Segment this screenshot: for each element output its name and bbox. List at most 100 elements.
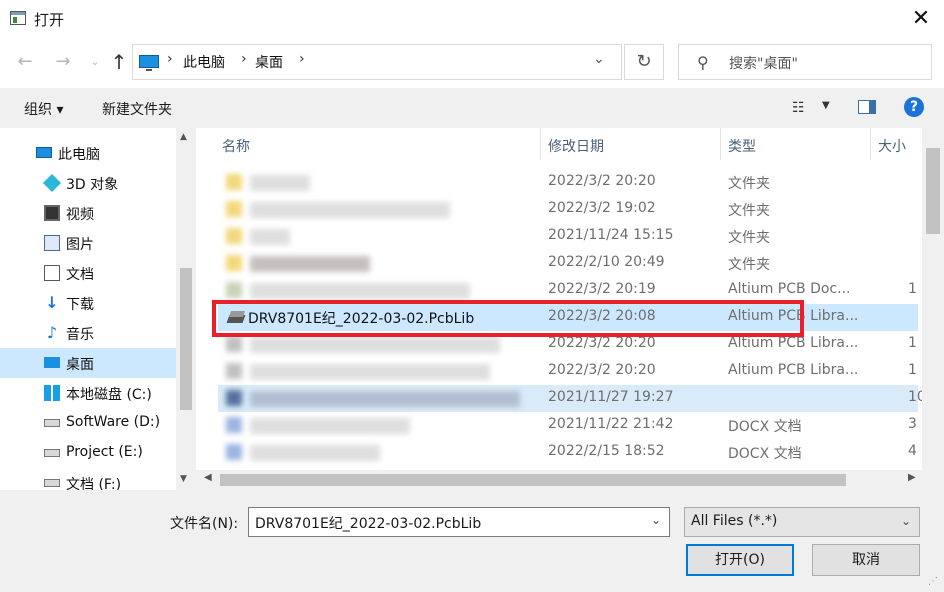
preview-pane-icon[interactable] [858, 100, 876, 114]
table-row[interactable]: 2022/2/10 20:49 文件夹 [218, 250, 918, 277]
help-icon[interactable]: ? [904, 97, 924, 117]
video-icon [44, 205, 60, 221]
nav-item-documents[interactable]: 文档 [0, 258, 176, 288]
nav-item-drive-d[interactable]: SoftWare (D:) [0, 408, 176, 438]
pc-icon [36, 147, 52, 158]
scroll-up-icon[interactable]: ▲ [180, 132, 187, 142]
nav-item-drive-c[interactable]: 本地磁盘 (C:) [0, 378, 176, 408]
cell-type: 文件夹 [728, 176, 770, 192]
new-folder-button[interactable]: 新建文件夹 [102, 99, 172, 119]
organize-button[interactable]: 组织 ▾ [24, 99, 63, 119]
refresh-button[interactable]: ↻ [624, 44, 664, 80]
chevron-right-icon[interactable]: › [167, 51, 173, 67]
table-row[interactable]: 2021/11/22 21:42 DOCX 文档 3 [218, 412, 918, 439]
search-placeholder: 搜索"桌面" [729, 56, 798, 72]
nav-item-drive-f[interactable]: 文档 (F:) [0, 468, 176, 490]
address-dropdown-icon[interactable]: ⌄ [593, 51, 605, 67]
nav-item-3d-objects[interactable]: 3D 对象 [0, 168, 176, 198]
nav-scrollbar[interactable]: ▲ ▼ [176, 128, 196, 490]
nav-item-label: 此电脑 [58, 147, 100, 163]
nav-item-desktop[interactable]: 桌面 [0, 348, 176, 378]
cell-date: 2021/11/22 21:42 [548, 416, 674, 432]
chevron-right-icon[interactable]: › [299, 51, 305, 67]
toolbar: 组织 ▾ 新建文件夹 ☷ ▼ ? [0, 88, 944, 128]
filename-field[interactable]: DRV8701E纪_2022-03-02.PcbLib ⌄ [248, 507, 670, 537]
nav-item-label: 桌面 [66, 357, 94, 373]
table-row[interactable]: 2022/3/2 20:20 文件夹 [218, 169, 918, 196]
back-arrow-icon[interactable]: ← [14, 51, 36, 73]
file-name-redacted [250, 445, 380, 461]
chevron-right-icon[interactable]: › [241, 51, 247, 67]
file-list: ^ 名称 修改日期 类型 大小 2022/3/2 20:20 文件夹 2022/… [196, 128, 944, 490]
up-arrow-icon[interactable]: ↑ [108, 51, 130, 73]
column-header-type[interactable]: 类型 [728, 136, 756, 156]
docx-icon [226, 417, 242, 433]
nav-item-this-pc[interactable]: 此电脑 [0, 138, 176, 168]
navigation-pane: 此电脑 3D 对象 视频 图片 文档 ↓ 下载 ♪ 音乐 桌面 本地磁盘 (C:… [0, 128, 196, 490]
close-icon[interactable]: ✕ [906, 6, 936, 32]
cell-date: 2022/2/15 18:52 [548, 443, 665, 459]
table-row[interactable]: 2022/2/15 18:52 DOCX 文档 4 [218, 439, 918, 466]
column-divider[interactable] [540, 128, 541, 160]
table-row[interactable]: 2022/3/2 19:02 文件夹 [218, 196, 918, 223]
drive-icon [44, 449, 60, 457]
drive-icon [44, 479, 60, 487]
cell-date: 2022/2/10 20:49 [548, 254, 665, 270]
recent-locations-chevron-icon[interactable]: ⌄ [84, 51, 106, 73]
cell-date: 2022/3/2 20:20 [548, 335, 656, 351]
dialog-icon [10, 11, 26, 25]
nav-scroll-thumb[interactable] [180, 268, 192, 410]
cell-type: Altium PCB Libra... [728, 362, 859, 378]
scroll-down-icon[interactable]: ▼ [180, 474, 187, 484]
nav-item-drive-e[interactable]: Project (E:) [0, 438, 176, 468]
breadcrumb-this-pc[interactable]: 此电脑 [183, 52, 225, 72]
folder-icon [226, 201, 242, 217]
table-row[interactable]: 2022/3/2 20:20 Altium PCB Libra... 1 [218, 358, 918, 385]
file-name-redacted [250, 364, 490, 380]
view-options-icon[interactable]: ☷ [792, 100, 805, 116]
horizontal-scroll-thumb[interactable] [220, 474, 846, 486]
table-row[interactable]: 2021/11/24 15:15 文件夹 [218, 223, 918, 250]
column-header-date[interactable]: 修改日期 [548, 136, 604, 156]
file-list-vertical-scrollbar[interactable] [922, 128, 944, 470]
nav-item-pictures[interactable]: 图片 [0, 228, 176, 258]
download-icon: ↓ [45, 293, 59, 312]
view-dropdown-icon[interactable]: ▼ [822, 100, 830, 111]
address-bar[interactable]: › 此电脑 › 桌面 › ⌄ [132, 44, 622, 80]
file-name-redacted [250, 418, 410, 434]
cell-type: DOCX 文档 [728, 446, 802, 462]
vertical-scroll-thumb[interactable] [926, 148, 940, 234]
nav-item-music[interactable]: ♪ 音乐 [0, 318, 176, 348]
table-row[interactable]: 2021/11/27 19:27 10,6 [218, 385, 939, 412]
nav-item-videos[interactable]: 视频 [0, 198, 176, 228]
sort-ascending-icon: ^ [790, 128, 799, 135]
folder-icon [226, 255, 242, 271]
cell-date: 2022/3/2 20:20 [548, 362, 656, 378]
file-type-select[interactable]: All Files (*.*) ⌄ [684, 507, 920, 537]
cell-size: 1 [908, 362, 917, 378]
cancel-button[interactable]: 取消 [812, 544, 920, 576]
pictures-icon [44, 235, 60, 251]
resize-grip-icon[interactable]: ⋰ [928, 576, 938, 587]
column-header-name[interactable]: 名称 [222, 136, 250, 156]
file-list-horizontal-scrollbar[interactable]: ◀ ▶ [196, 470, 944, 490]
chevron-down-icon[interactable]: ⌄ [901, 514, 911, 528]
chevron-down-icon[interactable]: ⌄ [651, 513, 661, 527]
column-header-size[interactable]: 大小 [878, 136, 906, 156]
breadcrumb-desktop[interactable]: 桌面 [255, 52, 283, 72]
cell-date: 2022/3/2 19:02 [548, 200, 656, 216]
nav-item-label: 图片 [66, 237, 94, 253]
file-name-redacted [250, 202, 450, 218]
file-icon [226, 390, 242, 406]
nav-item-label: 本地磁盘 (C:) [66, 387, 152, 403]
search-input[interactable]: ⚲ 搜索"桌面" [678, 44, 932, 80]
open-button[interactable]: 打开(O) [686, 544, 794, 576]
scroll-left-icon[interactable]: ◀ [204, 472, 212, 483]
cell-date: 2022/3/2 20:20 [548, 173, 656, 189]
scroll-right-icon[interactable]: ▶ [908, 472, 916, 483]
column-divider[interactable] [720, 128, 721, 160]
column-divider[interactable] [870, 128, 871, 160]
nav-item-downloads[interactable]: ↓ 下载 [0, 288, 176, 318]
cell-size: 3 [908, 416, 917, 432]
forward-arrow-icon[interactable]: → [52, 51, 74, 73]
